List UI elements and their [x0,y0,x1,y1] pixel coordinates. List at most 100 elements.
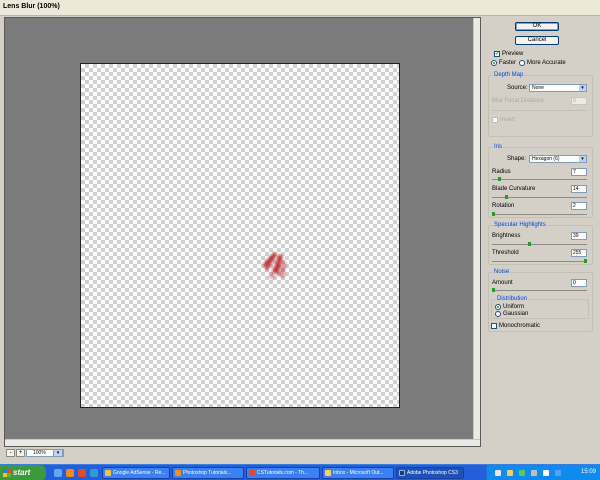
ok-button[interactable]: OK [515,22,559,31]
start-button[interactable]: start [0,465,46,480]
windows-logo-icon [3,469,11,477]
amount-label: Amount [492,280,513,286]
brightness-slider-thumb[interactable] [528,242,531,246]
rotation-slider-thumb[interactable] [492,212,495,216]
image-canvas[interactable] [80,63,400,408]
depth-map-title: Depth Map [493,72,525,78]
zoom-dropdown-button[interactable]: ▾ [53,449,63,457]
radius-slider-thumb[interactable] [498,177,501,181]
focal-distance-field[interactable]: 0 [571,97,587,105]
blade-curvature-slider-thumb[interactable] [505,195,508,199]
network-icon[interactable] [507,470,513,476]
blade-curvature-slider[interactable] [492,195,587,199]
uniform-radio[interactable] [495,304,501,310]
invert-checkbox[interactable] [492,117,498,123]
preview-label: Preview [502,51,524,57]
chevron-down-icon: ▾ [56,450,60,456]
chevron-down-icon: ▾ [579,156,586,162]
monochromatic-label: Monochromatic [499,323,541,329]
zoom-out-button[interactable]: - [6,449,15,457]
blade-curvature-field[interactable]: 14 [571,185,587,193]
vertical-scrollbar[interactable] [473,18,480,446]
checkmark-icon: ✔ [495,51,500,57]
system-tray: 15:09 [486,465,600,480]
photoshop-icon [399,470,405,476]
noise-title: Noise [493,269,511,275]
browser-icon [105,470,111,476]
task-inbox-outlook[interactable]: Inbox - Microsoft Out... [322,467,394,479]
source-value: None [532,85,544,91]
rotation-label: Rotation [492,203,515,209]
distribution-title: Distribution [496,296,529,302]
depth-map-group: Depth Map Source: None ▾ Blur Focal Dist… [488,72,593,137]
firefox-icon [175,470,181,476]
browser-icon[interactable] [90,469,98,477]
zoom-bar: - + 100% ▾ [4,448,481,458]
faster-label: Faster [499,60,517,66]
shape-label: Shape: [507,156,527,162]
show-desktop-icon[interactable] [54,469,62,477]
amount-field[interactable]: 0 [571,279,587,287]
cancel-button[interactable]: Cancel [515,36,559,45]
chevron-down-icon: ▾ [579,85,586,91]
zoom-in-button[interactable]: + [16,449,25,457]
horizontal-scrollbar[interactable] [5,439,480,446]
keyboard-icon[interactable] [495,470,501,476]
amount-slider-thumb[interactable] [492,288,495,292]
task-cstutorials[interactable]: CSTutorials.com - Th... [246,467,320,479]
task-photoshop-tutorials[interactable]: Photoshop Tutorials... [172,467,244,479]
threshold-label: Threshold [492,250,519,256]
shape-select[interactable]: Hexagon (6) ▾ [529,155,587,163]
threshold-field[interactable]: 255 [571,249,587,257]
shape-value: Hexagon (6) [532,156,560,162]
gaussian-radio[interactable] [495,311,501,317]
task-google-adsense[interactable]: Google AdSense - Re... [102,467,170,479]
task-label: Photoshop Tutorials... [183,470,232,476]
noise-group: Noise Amount 0 Distribution Uniform Gaus… [488,269,593,332]
security-icon[interactable] [519,470,525,476]
task-label: CSTutorials.com - Th... [257,470,309,476]
iris-group: Iris Shape: Hexagon (6) ▾ Radius 7 Blade… [488,144,593,218]
clock[interactable]: 15:09 [581,469,596,475]
threshold-slider-thumb[interactable] [584,259,587,263]
monochromatic-checkbox[interactable] [491,323,497,329]
faster-radio[interactable] [491,60,497,66]
start-label: start [13,468,31,477]
task-label: Google AdSense - Re... [113,470,166,476]
more-accurate-label: More Accurate [527,60,566,66]
browser-icon [249,470,255,476]
settings-panel: OK Cancel ✔ Preview Faster More Accurate… [484,17,600,464]
distribution-group: Distribution Uniform Gaussian [491,296,589,319]
focal-distance-slider[interactable] [492,110,587,111]
rotation-slider[interactable] [492,212,587,216]
media-player-icon[interactable] [78,469,86,477]
volume-icon[interactable] [531,470,537,476]
source-label: Source: [507,85,528,91]
focal-distance-label: Blur Focal Distance [492,98,545,104]
preview-checkbox[interactable]: ✔ [494,51,500,57]
preview-area[interactable] [4,17,481,447]
update-icon[interactable] [555,470,561,476]
rotation-field[interactable]: 2 [571,202,587,210]
specular-highlights-title: Specular Highlights [493,222,547,228]
radius-field[interactable]: 7 [571,168,587,176]
window-title: Lens Blur (100%) [3,3,60,10]
more-accurate-radio[interactable] [519,60,525,66]
blurred-brush-strokes [263,252,286,280]
amount-slider[interactable] [492,288,587,292]
blade-curvature-label: Blade Curvature [492,186,536,192]
uniform-label: Uniform [503,304,525,310]
brightness-field[interactable]: 39 [571,232,587,240]
brightness-label: Brightness [492,233,521,239]
firefox-icon[interactable] [66,469,74,477]
task-label: Adobe Photoshop CS3 [407,470,458,476]
taskbar: start Google AdSense - Re... Photoshop T… [0,464,600,480]
brightness-slider[interactable] [492,242,587,246]
messenger-icon[interactable] [543,470,549,476]
gaussian-label: Gaussian [503,311,529,317]
threshold-slider[interactable] [492,259,587,263]
task-adobe-photoshop[interactable]: Adobe Photoshop CS3 [396,467,464,479]
source-select[interactable]: None ▾ [529,84,587,92]
radius-slider[interactable] [492,177,587,181]
specular-highlights-group: Specular Highlights Brightness 39 Thresh… [488,222,593,265]
